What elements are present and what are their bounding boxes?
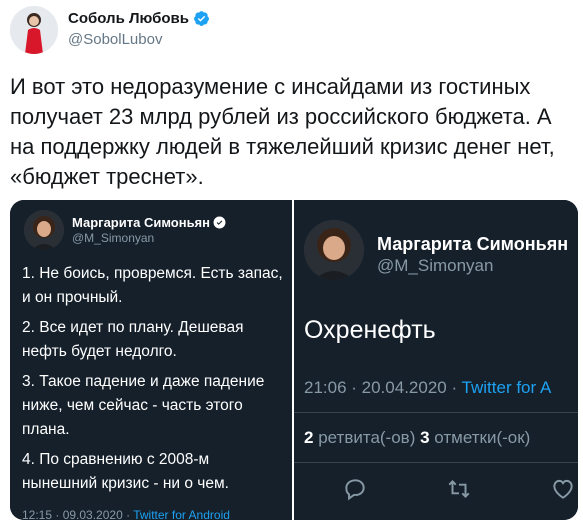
list-item: 2. Все идет по плану. Дешевая нефть буде… [22,319,244,360]
media-screenshot-left[interactable]: Маргарита Симоньян @M_Simonyan 1. Не бои… [10,200,292,520]
quoted-source: Twitter for A [461,378,552,397]
quoted-handle: @M_Simonyan [72,231,155,245]
separator [294,412,578,413]
quoted-footer: 12:15 · 09.03.2020 · Twitter for Android [22,508,230,520]
retweet-icon [448,480,470,498]
tweet-text: И вот это недоразумение с инсайдами из г… [10,74,555,189]
retweet-label: ретвита(-ов) [313,428,421,447]
quoted-meta: 21:06 · 20.04.2020 · Twitter for A [304,378,551,398]
author-handle[interactable]: @SobolLubov [68,31,162,48]
quoted-name: Маргарита Симоньян [377,234,569,254]
list-item: 3. Такое падение и даже падение ниже, че… [22,373,265,438]
like-label: отметки(-ок) [429,428,531,447]
author-name-row[interactable]: Соболь Любовь [68,10,210,27]
quoted-avatar [24,210,64,250]
quoted-stats: 2 ретвита(-ов) 3 отметки(-ок) [304,428,530,448]
quoted-avatar [304,220,364,280]
reply-icon [345,479,365,501]
media-screenshot-right[interactable]: Маргарита Симоньян @M_Simonyan Охренефть… [294,200,578,520]
like-count: 3 [420,428,430,447]
quoted-tweet-text: Охренефть [304,316,436,344]
like-icon [553,479,573,499]
quoted-timestamp: 21:06 · 20.04.2020 · [304,378,462,397]
quoted-timestamp: 12:15 · 09.03.2020 · [22,508,134,520]
quoted-handle: @M_Simonyan [377,256,494,275]
quoted-source: Twitter for Android [133,508,230,520]
verified-icon [194,11,209,26]
quoted-name: Маргарита Симоньян [72,215,210,230]
list-item: 4. По сравнению с 2008-м нынешний кризис… [22,451,229,492]
author-name[interactable]: Соболь Любовь [68,10,189,27]
quoted-actions [342,476,576,502]
author-avatar[interactable] [10,6,58,54]
separator [294,462,578,463]
quoted-name-row: Маргарита Симоньян [72,215,226,230]
tweet-media[interactable]: Маргарита Симоньян @M_Simonyan 1. Не бои… [10,200,578,520]
list-item: 1. Не боись, провремся. Есть запас, и он… [22,265,283,306]
verified-icon [213,216,226,229]
quoted-list: 1. Не боись, провремся. Есть запас, и он… [22,262,284,502]
